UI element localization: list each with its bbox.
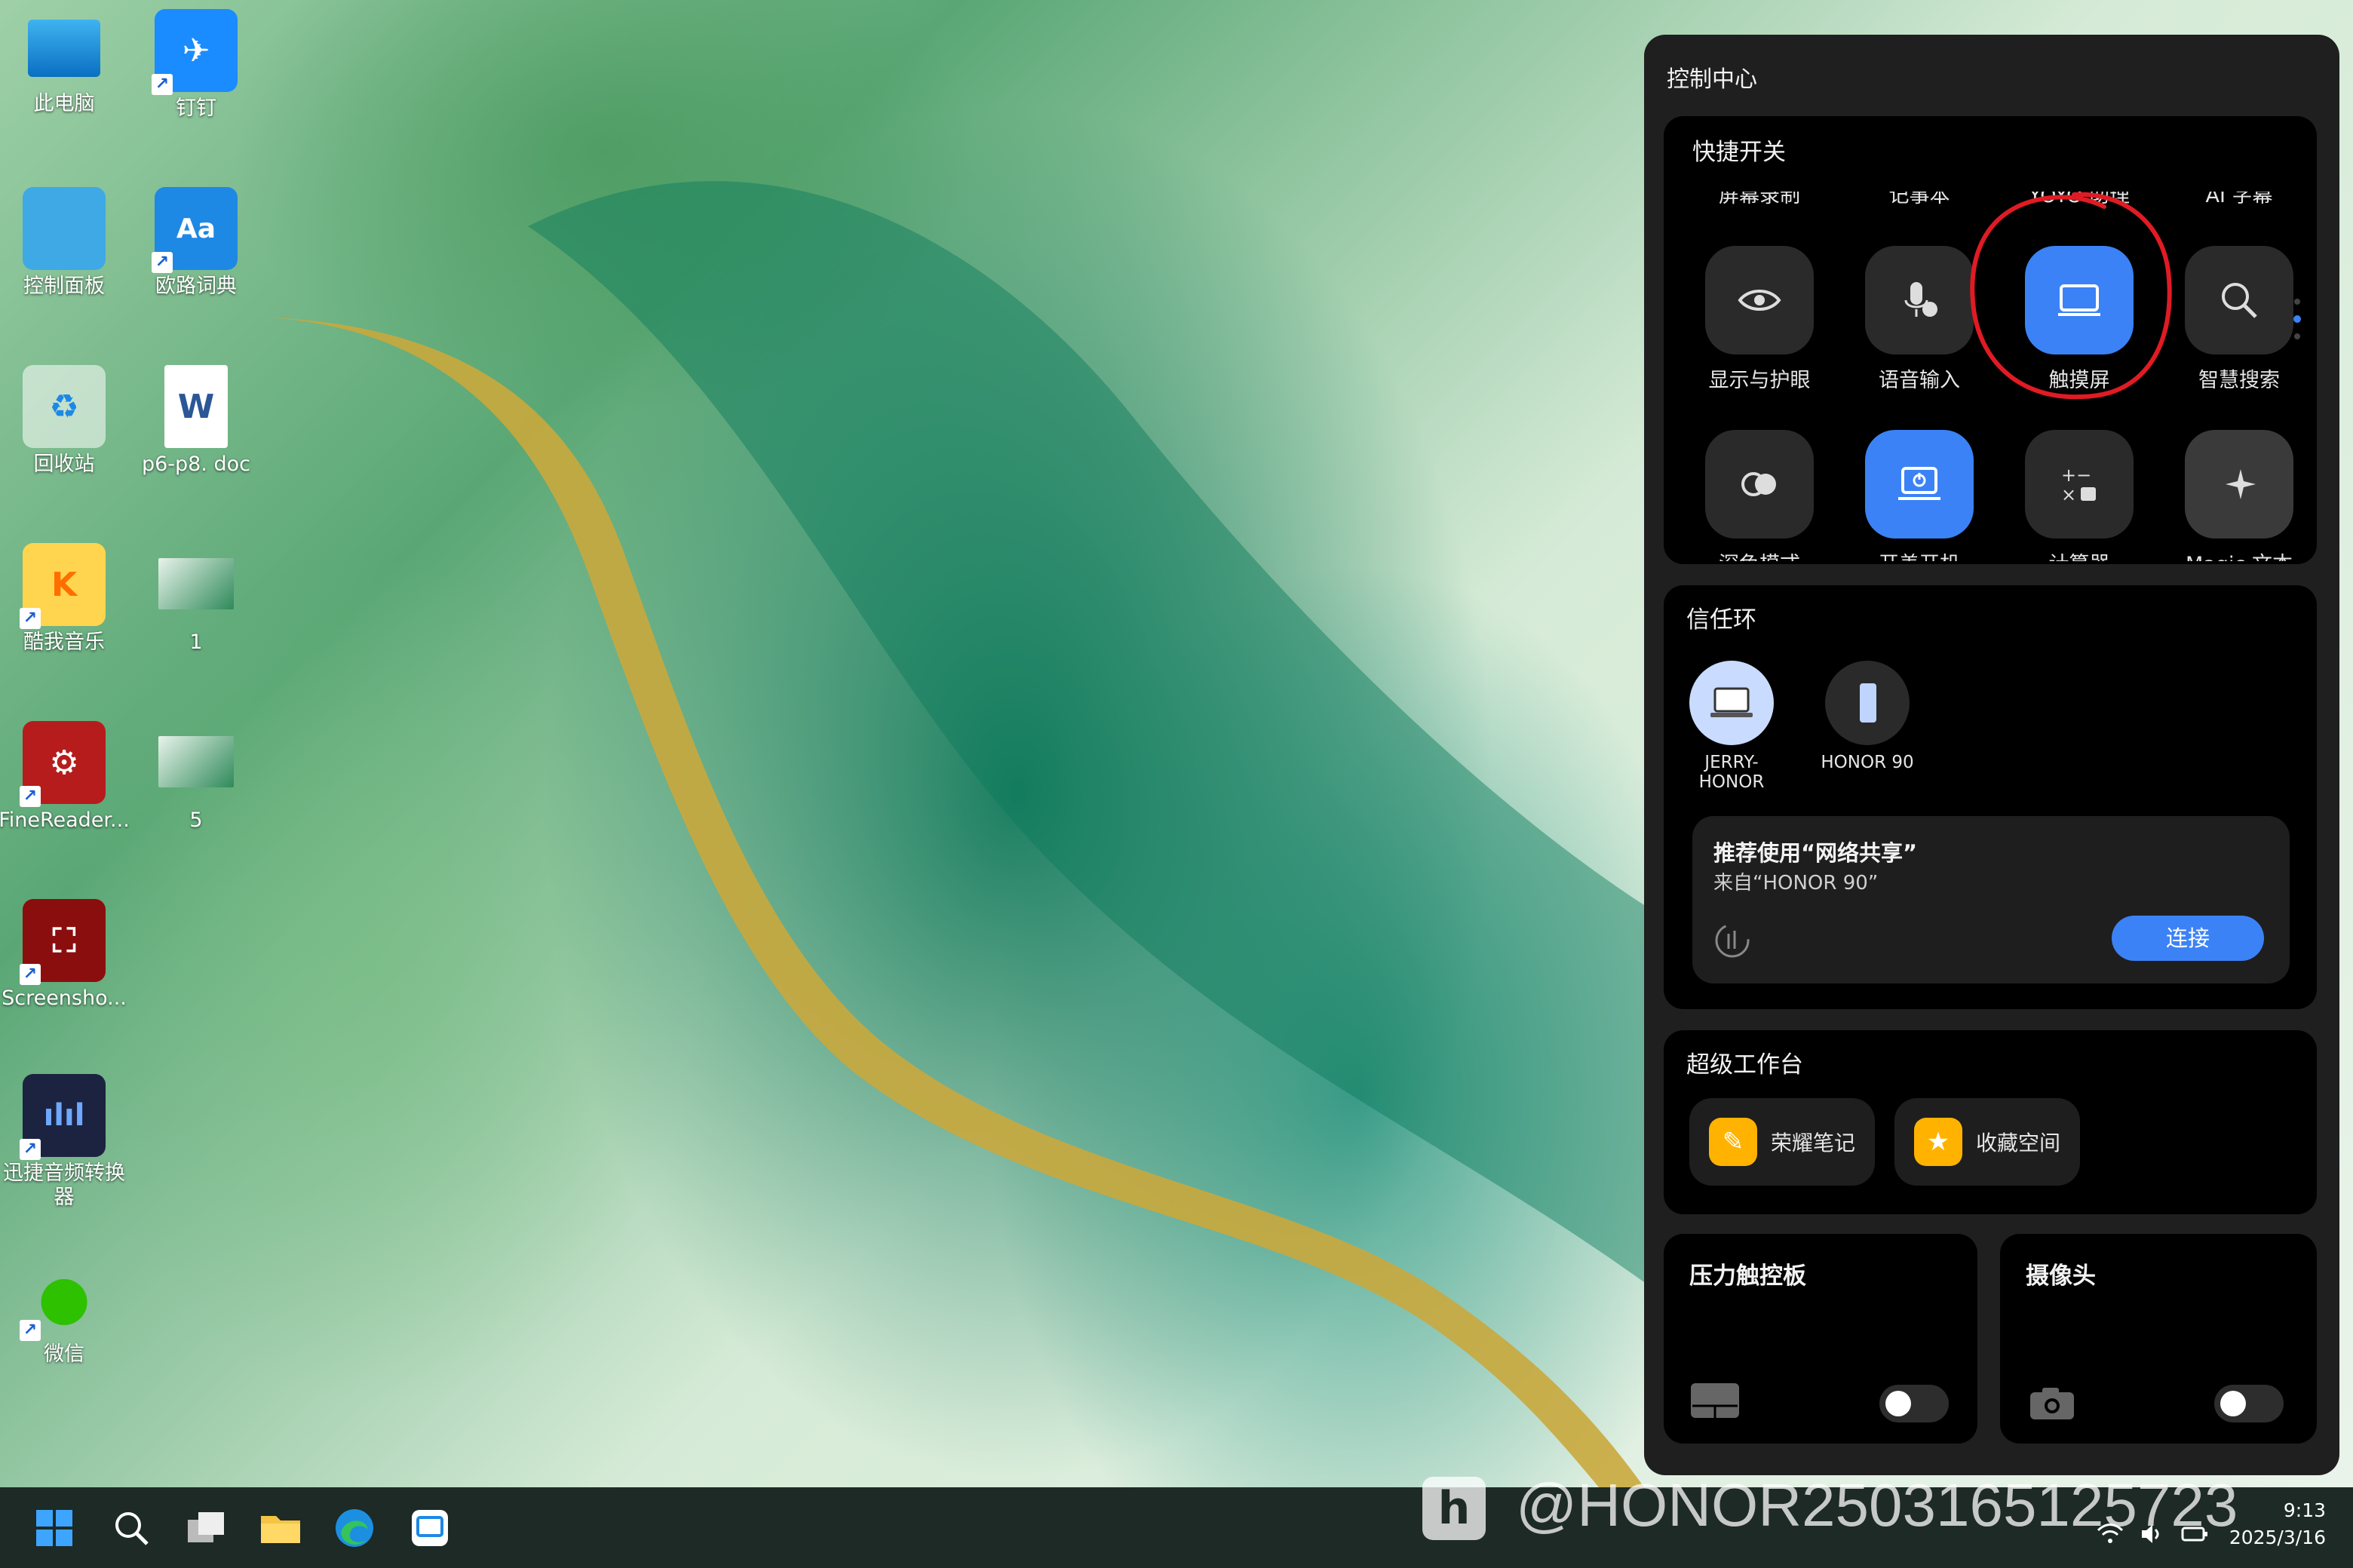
app-favorites-space[interactable]: ★ 收藏空间 xyxy=(1894,1098,2080,1186)
desktop-icon-screenshot[interactable]: ⛶ ↗ Screensho... xyxy=(0,899,128,1011)
start-icon xyxy=(36,1510,72,1546)
eye-icon xyxy=(1738,290,1781,311)
tile-label-screen-record: 屏幕录制 xyxy=(1719,192,1800,205)
device-label-jerry-honor: JERRY- HONOR xyxy=(1698,753,1765,792)
desktop-icon-image-1[interactable]: 1 xyxy=(132,543,260,655)
volume-icon xyxy=(2142,1525,2159,1543)
camera-title: 摄像头 xyxy=(2026,1263,2096,1290)
tile-label-smart-search: 智慧搜索 xyxy=(2198,369,2280,392)
desktop-icon-eudic[interactable]: Aa ↗ 欧路词典 xyxy=(132,187,260,299)
eudic-icon: Aa ↗ xyxy=(152,187,238,273)
lid-power-icon xyxy=(1898,467,1940,500)
watermark-logo: h xyxy=(1422,1477,1486,1540)
taskbar-search-button[interactable] xyxy=(109,1505,154,1551)
tile-label-dark-mode: 深色模式 xyxy=(1677,548,1842,561)
desktop-icon-finereader[interactable]: ⚙ ↗ FineReader... xyxy=(0,721,130,833)
wechat-icon: ● ↗ xyxy=(20,1255,106,1341)
tile-smart-search[interactable] xyxy=(2185,246,2293,354)
control-panel-icon xyxy=(23,187,106,270)
page-indicator xyxy=(2293,299,2301,351)
tile-label-lid-power-on: 开盖开机 xyxy=(1836,548,2002,561)
tile-magic-text[interactable] xyxy=(2185,430,2293,539)
desktop-icon-this-pc[interactable]: 此电脑 xyxy=(0,9,128,116)
svg-text:+−: +− xyxy=(2061,465,2091,486)
audio-converter-icon: ılıl ↗ xyxy=(20,1074,106,1160)
desktop-icon-kuwo[interactable]: K ↗ 酷我音乐 xyxy=(0,543,128,655)
device-honor-90[interactable] xyxy=(1825,661,1910,745)
tile-label-magic-text: Magic 文本 xyxy=(2156,548,2317,561)
device-jerry-honor[interactable] xyxy=(1689,661,1774,745)
clock-date[interactable]: 2025/3/16 xyxy=(2220,1527,2326,1548)
camera-icon xyxy=(2030,1388,2074,1419)
tile-label-calculator: 计算器 xyxy=(1996,548,2162,561)
computer-icon xyxy=(28,20,100,77)
task-view-icon xyxy=(188,1512,224,1542)
wifi-icon xyxy=(2097,1524,2124,1543)
recommendation-subtitle: 来自“HONOR 90” xyxy=(1713,872,1879,894)
pressure-touchpad-toggle[interactable] xyxy=(1879,1385,1949,1422)
desktop-icon-word-doc[interactable]: W p6-p8. doc xyxy=(132,365,260,477)
app-honor-notes[interactable]: ✎ 荣耀笔记 xyxy=(1689,1098,1875,1186)
tile-calculator[interactable]: +− × xyxy=(2025,430,2134,539)
tile-label-ai-subtitle: AI 字幕 xyxy=(2205,192,2273,205)
battery-icon xyxy=(2181,1527,2207,1542)
file-explorer-icon xyxy=(261,1516,300,1543)
task-view-button[interactable] xyxy=(184,1505,229,1551)
trust-ring-title: 信任环 xyxy=(1686,606,1756,634)
tray-battery-button[interactable] xyxy=(2181,1520,2208,1548)
search-icon xyxy=(2222,283,2257,318)
tile-voice-input[interactable] xyxy=(1865,246,1974,354)
control-center-title: 控制中心 xyxy=(1667,66,1757,93)
search-icon xyxy=(115,1512,149,1545)
camera-toggle[interactable] xyxy=(2214,1385,2284,1422)
edge-icon xyxy=(336,1509,373,1547)
desktop-icon-dingtalk[interactable]: ✈ ↗ 钉钉 xyxy=(132,9,260,121)
app-icon xyxy=(412,1510,448,1546)
file-explorer-button[interactable] xyxy=(258,1505,303,1551)
tile-label-display-eye-care: 显示与护眼 xyxy=(1708,369,1811,392)
workstation-title: 超级工作台 xyxy=(1686,1051,1803,1079)
desktop-icon-control-panel[interactable]: 控制面板 xyxy=(0,187,128,299)
tile-dark-mode[interactable] xyxy=(1705,430,1814,539)
edge-button[interactable] xyxy=(332,1505,377,1551)
desktop-icon-image-5[interactable]: 5 xyxy=(132,721,260,833)
quick-toggles-title: 快捷开关 xyxy=(1692,139,1786,166)
tray-volume-button[interactable] xyxy=(2139,1520,2166,1548)
tile-lid-power-on[interactable] xyxy=(1865,430,1974,539)
calculator-icon: +−× xyxy=(2061,465,2096,505)
image-file-icon xyxy=(158,558,234,609)
touchpad-icon xyxy=(1691,1383,1739,1418)
favorites-icon: ★ xyxy=(1914,1118,1962,1166)
pressure-touchpad-title: 压力触控板 xyxy=(1689,1263,1806,1290)
recycle-bin-icon: ♻ xyxy=(23,365,106,448)
device-label-honor-90: HONOR 90 xyxy=(1821,753,1914,772)
laptop-icon xyxy=(1710,687,1753,717)
dingtalk-icon: ✈ ↗ xyxy=(152,9,238,95)
red-annotation-circle xyxy=(1970,192,2172,400)
connect-button[interactable]: 连接 xyxy=(2112,916,2264,961)
microphone-icon xyxy=(1904,282,1937,317)
recommendation-title: 推荐使用“网络共享” xyxy=(1713,840,1918,866)
finereader-icon: ⚙ ↗ xyxy=(20,721,106,807)
sparkle-icon xyxy=(2226,469,2256,499)
phone-icon xyxy=(1860,683,1876,723)
pinned-app-button[interactable] xyxy=(407,1505,452,1551)
word-doc-icon: W xyxy=(164,365,228,448)
screenshot-tool-icon: ⛶ ↗ xyxy=(20,899,106,985)
start-button[interactable] xyxy=(32,1505,77,1551)
notes-icon: ✎ xyxy=(1709,1118,1757,1166)
desktop-icon-recycle-bin[interactable]: ♻ 回收站 xyxy=(0,365,128,477)
tile-display-eye-care[interactable] xyxy=(1705,246,1814,354)
desktop-icon-wechat[interactable]: ● ↗ 微信 xyxy=(0,1255,128,1367)
image-file-icon xyxy=(158,736,234,787)
dark-mode-icon xyxy=(1741,472,1776,496)
svg-text:×: × xyxy=(2061,484,2076,505)
kuwo-music-icon: K ↗ xyxy=(20,543,106,629)
desktop-icon-audio-converter[interactable]: ılıl ↗ 迅捷音频转换器 xyxy=(0,1074,128,1210)
hotspot-icon xyxy=(1715,923,1750,958)
clock-time[interactable]: 9:13 xyxy=(2228,1499,2326,1521)
tray-wifi-button[interactable] xyxy=(2097,1520,2124,1548)
